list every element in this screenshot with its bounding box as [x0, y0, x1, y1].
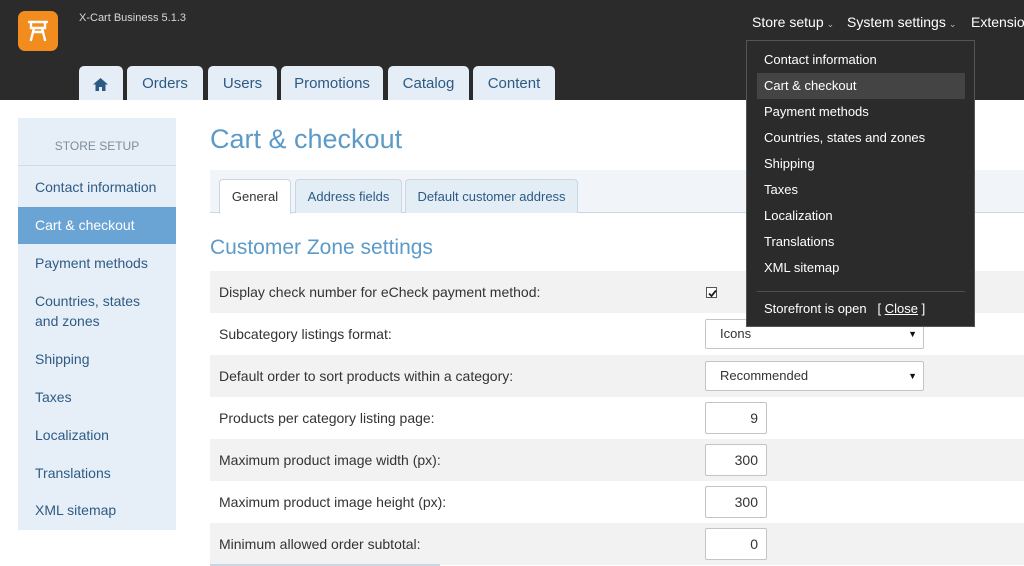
- sort-order-select[interactable]: Recommended ▼: [705, 361, 924, 391]
- menu-item-xml-sitemap[interactable]: XML sitemap: [757, 255, 965, 281]
- nav-store-setup-label: Store setup: [752, 14, 824, 30]
- select-value: Icons: [720, 326, 752, 341]
- page-title: Cart & checkout: [210, 124, 403, 154]
- setting-label: Products per category listing page:: [219, 410, 435, 426]
- tab-orders[interactable]: Orders: [127, 66, 203, 100]
- setting-row: Products per category listing page: 9: [210, 397, 1024, 439]
- nav-extensions-label: Extensions: [971, 14, 1024, 30]
- menu-divider: [757, 291, 965, 292]
- setting-row: Default order to sort products within a …: [210, 355, 1024, 397]
- close-bracket-close: ]: [921, 301, 926, 316]
- nav-extensions[interactable]: Extensions: [971, 14, 1024, 30]
- tab-home[interactable]: [79, 66, 123, 100]
- max-image-height-input[interactable]: 300: [705, 486, 767, 518]
- section-title: Customer Zone settings: [210, 236, 433, 259]
- setting-row: Maximum product image height (px): 300: [210, 481, 1024, 523]
- select-value: Recommended: [720, 368, 809, 383]
- sidebar-item-contact-information[interactable]: Contact information: [18, 177, 176, 197]
- menu-item-taxes[interactable]: Taxes: [757, 177, 965, 203]
- storefront-status: Storefront is open [ Close ]: [764, 301, 925, 317]
- app-version: X-Cart Business 5.1.3: [79, 12, 186, 24]
- menu-item-cart-checkout[interactable]: Cart & checkout: [757, 73, 965, 99]
- products-per-page-input[interactable]: 9: [705, 402, 767, 434]
- setting-label: Maximum product image height (px):: [219, 494, 447, 510]
- store-setup-dropdown: Contact information Cart & checkout Paym…: [746, 40, 975, 327]
- chevron-down-icon: ⌄: [948, 19, 957, 29]
- echeck-number-checkbox[interactable]: [706, 287, 717, 298]
- tab-content[interactable]: Content: [473, 66, 555, 100]
- sidebar-item-cart-checkout[interactable]: Cart & checkout: [18, 207, 176, 244]
- setting-row: Maximum product image width (px): 300: [210, 439, 1024, 481]
- menu-item-translations[interactable]: Translations: [757, 229, 965, 255]
- tab-users[interactable]: Users: [208, 66, 277, 100]
- caret-down-icon: ▼: [908, 371, 917, 381]
- setting-label: Maximum product image width (px):: [219, 452, 441, 468]
- sidebar-item-payment-methods[interactable]: Payment methods: [18, 253, 176, 273]
- sidebar: STORE SETUP Contact information Cart & c…: [18, 118, 176, 530]
- sidebar-item-localization[interactable]: Localization: [18, 425, 176, 445]
- sidebar-item-countries-states-zones[interactable]: Countries, states and zones: [18, 291, 148, 331]
- setting-label: Minimum allowed order subtotal:: [219, 536, 421, 552]
- sidebar-item-taxes[interactable]: Taxes: [18, 387, 176, 407]
- menu-item-countries-states-zones[interactable]: Countries, states and zones: [757, 125, 965, 151]
- home-icon: [93, 78, 108, 91]
- tab-address-fields[interactable]: Address fields: [295, 179, 402, 213]
- setting-label: Display check number for eCheck payment …: [219, 284, 541, 300]
- xcart-logo[interactable]: [18, 11, 58, 51]
- sidebar-item-xml-sitemap[interactable]: XML sitemap: [18, 500, 176, 520]
- setting-label: Default order to sort products within a …: [219, 368, 514, 384]
- sidebar-item-shipping[interactable]: Shipping: [18, 349, 176, 369]
- nav-system-settings[interactable]: System settings ⌄: [847, 14, 956, 30]
- close-bracket-open: [: [877, 301, 882, 316]
- cart-logo-icon: [27, 20, 49, 42]
- nav-store-setup[interactable]: Store setup ⌄: [752, 14, 834, 30]
- chevron-down-icon: ⌄: [826, 19, 835, 29]
- tab-promotions[interactable]: Promotions: [281, 66, 383, 100]
- nav-system-settings-label: System settings: [847, 14, 946, 30]
- max-image-width-input[interactable]: 300: [705, 444, 767, 476]
- setting-label: Subcategory listings format:: [219, 326, 392, 342]
- menu-item-payment-methods[interactable]: Payment methods: [757, 99, 965, 125]
- menu-item-contact-information[interactable]: Contact information: [757, 47, 965, 73]
- storefront-status-text: Storefront is open: [764, 301, 867, 316]
- tab-default-customer-address[interactable]: Default customer address: [405, 179, 578, 213]
- sidebar-title: STORE SETUP: [18, 118, 176, 166]
- tab-catalog[interactable]: Catalog: [388, 66, 469, 100]
- close-storefront-link[interactable]: Close: [885, 301, 918, 316]
- setting-row: Minimum allowed order subtotal: 0: [210, 523, 1024, 565]
- checkmark-icon: [708, 289, 717, 298]
- menu-item-shipping[interactable]: Shipping: [757, 151, 965, 177]
- sidebar-item-translations[interactable]: Translations: [18, 463, 176, 483]
- min-order-subtotal-input[interactable]: 0: [705, 528, 767, 560]
- tab-general[interactable]: General: [219, 179, 291, 214]
- menu-item-localization[interactable]: Localization: [757, 203, 965, 229]
